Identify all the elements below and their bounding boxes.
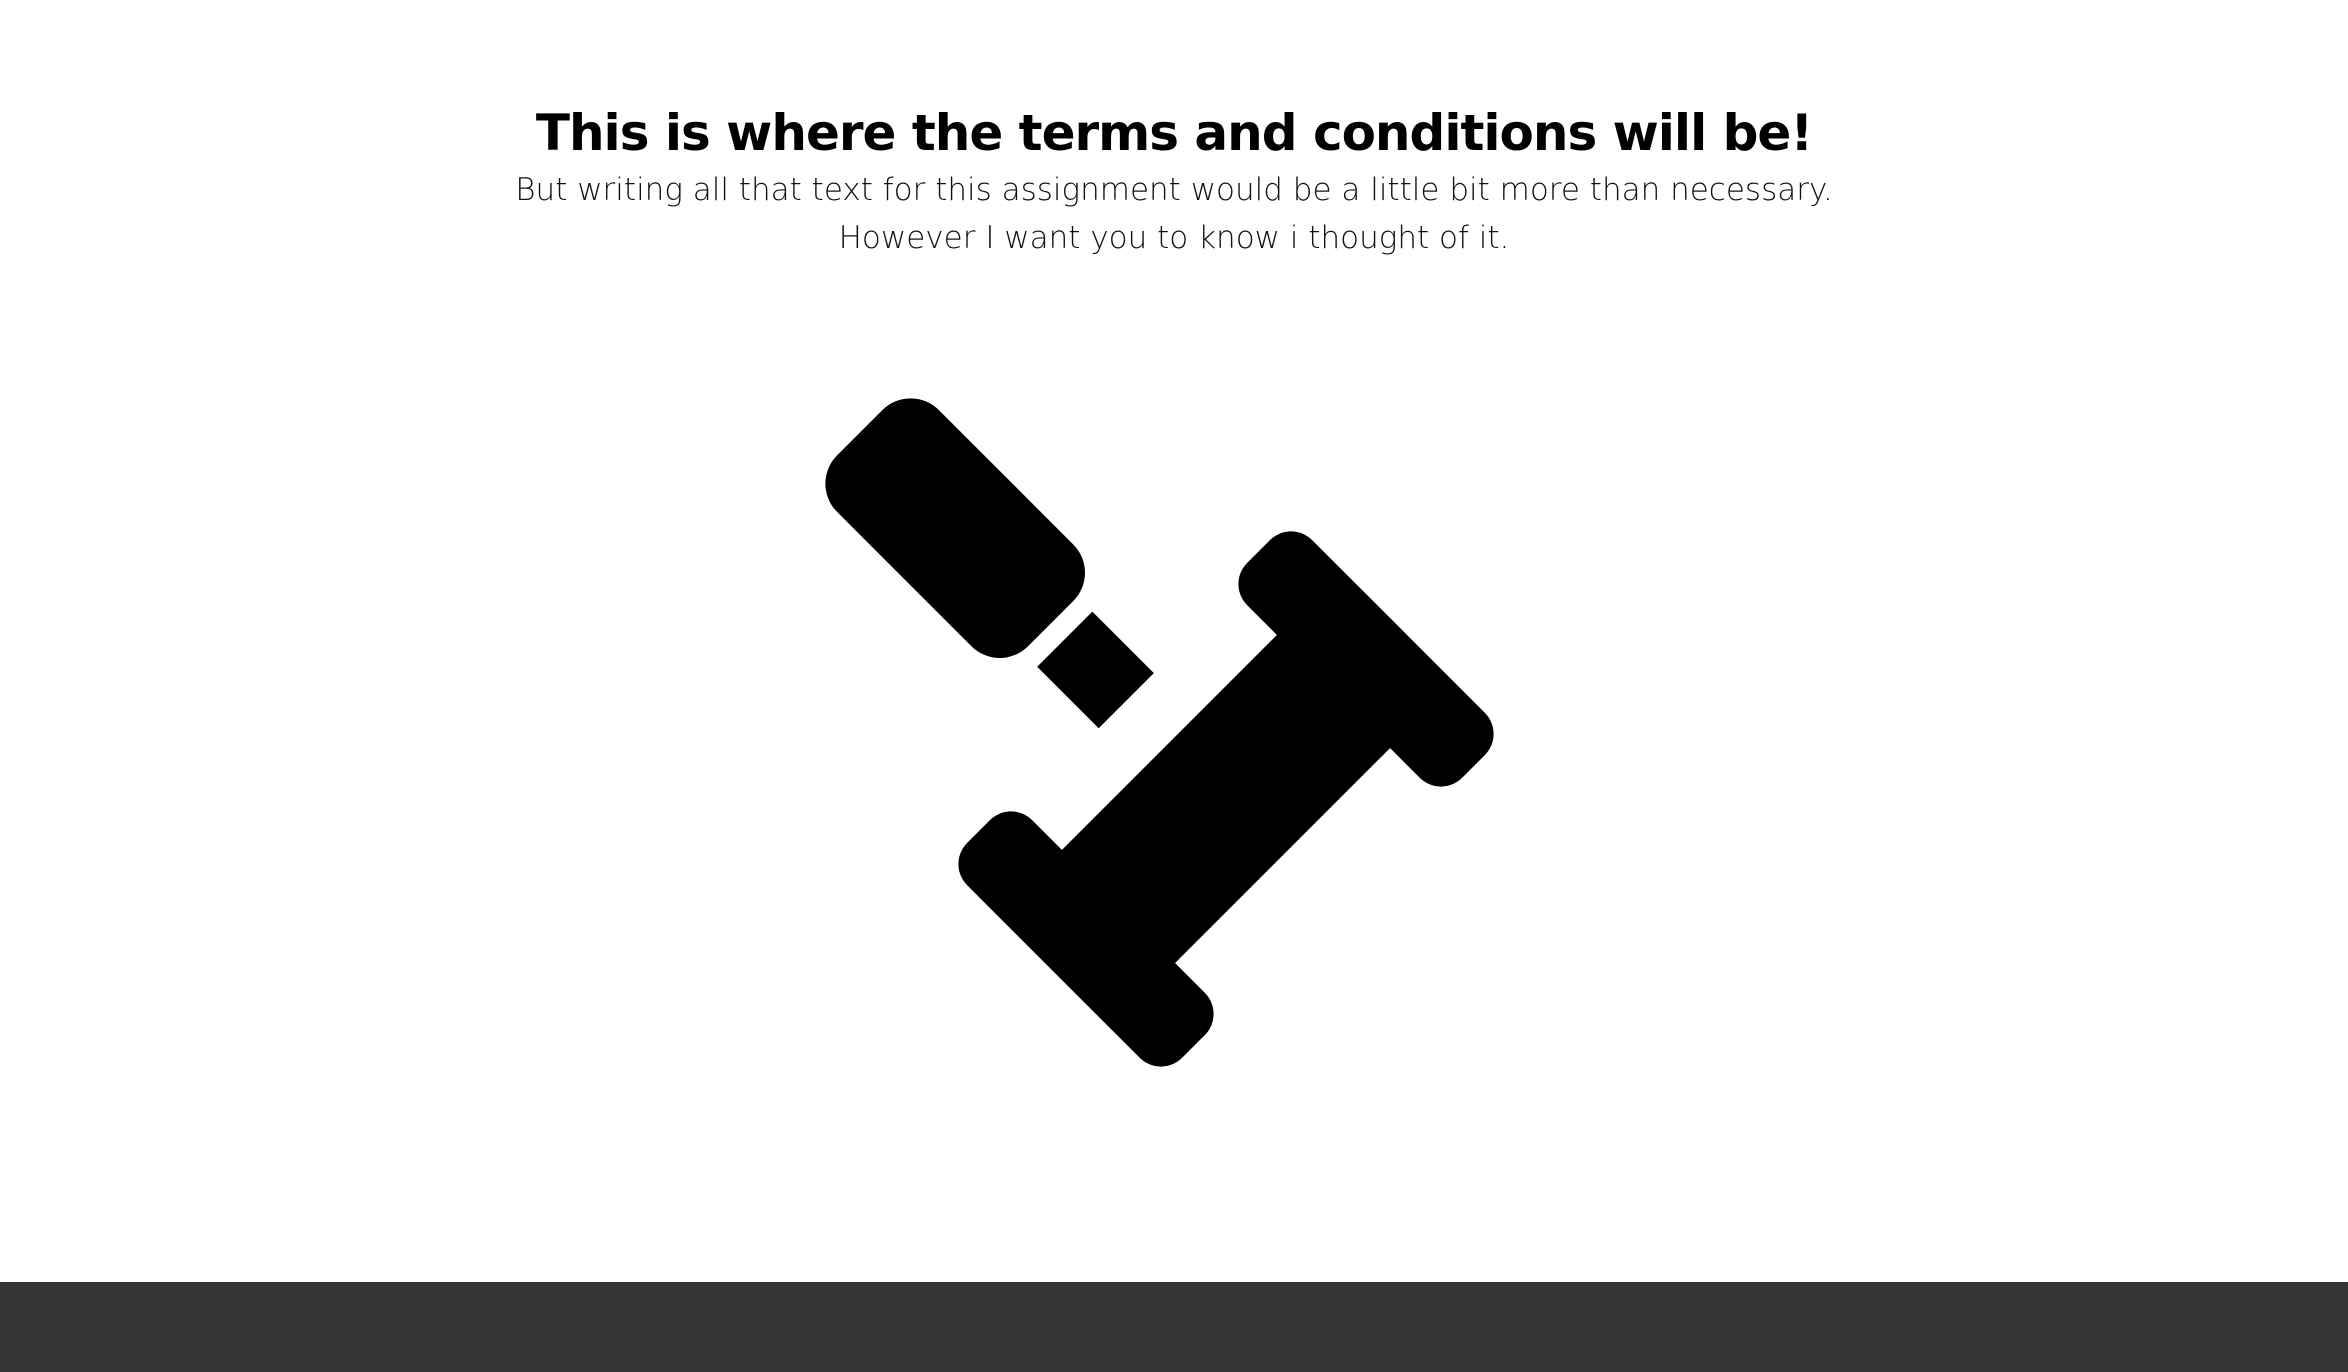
gavel-illustration xyxy=(0,0,2348,1282)
footer-bar xyxy=(0,1282,2348,1372)
terms-page: This is where the terms and conditions w… xyxy=(0,0,2348,1282)
gavel-handle-connector xyxy=(1037,611,1154,729)
gavel-handle-grip xyxy=(825,398,1085,658)
gavel-icon xyxy=(825,398,1494,1067)
